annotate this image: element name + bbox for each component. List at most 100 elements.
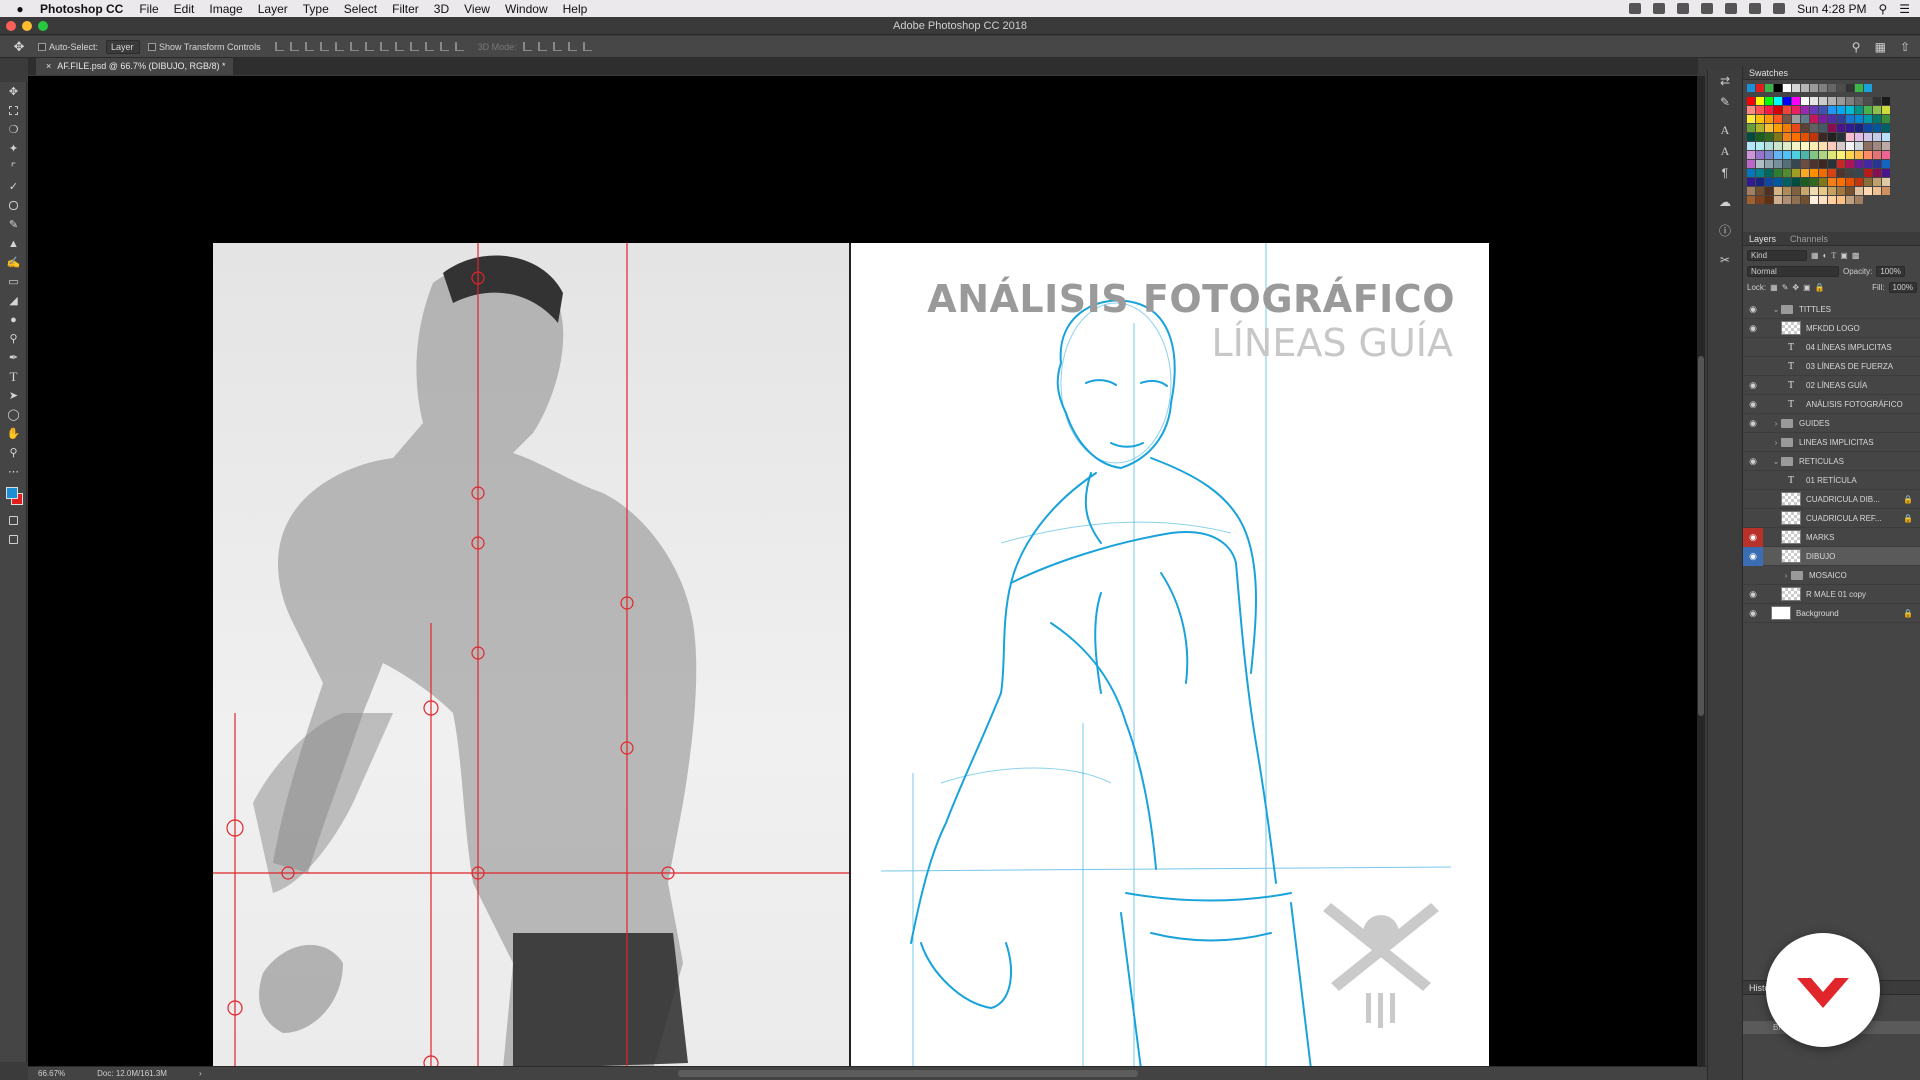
swatch[interactable] bbox=[1756, 187, 1764, 195]
swatch[interactable] bbox=[1846, 151, 1854, 159]
group-expand-icon[interactable]: › bbox=[1781, 571, 1791, 580]
swatch[interactable] bbox=[1774, 196, 1782, 204]
lock-position-icon[interactable]: ✥ bbox=[1792, 283, 1799, 292]
swatch[interactable] bbox=[1810, 178, 1818, 186]
swatch[interactable] bbox=[1756, 133, 1764, 141]
swatch[interactable] bbox=[1783, 178, 1791, 186]
lock-image-icon[interactable]: ✎ bbox=[1782, 283, 1789, 292]
visibility-eye-icon[interactable]: ◉ bbox=[1743, 300, 1763, 319]
minimize-window-button[interactable] bbox=[22, 21, 32, 31]
swatch[interactable] bbox=[1801, 151, 1809, 159]
swatch[interactable] bbox=[1765, 169, 1773, 177]
swatch[interactable] bbox=[1747, 97, 1755, 105]
swatch[interactable] bbox=[1756, 115, 1764, 123]
align-bottom-icon[interactable] bbox=[304, 42, 314, 51]
swatch[interactable] bbox=[1801, 142, 1809, 150]
swatch[interactable] bbox=[1819, 106, 1827, 114]
swatch[interactable] bbox=[1801, 133, 1809, 141]
swatch[interactable] bbox=[1882, 124, 1890, 132]
visibility-eye-icon[interactable] bbox=[1743, 566, 1763, 585]
swatch[interactable] bbox=[1855, 160, 1863, 168]
swatch[interactable] bbox=[1747, 151, 1755, 159]
swatch[interactable] bbox=[1828, 160, 1836, 168]
swatch[interactable] bbox=[1864, 160, 1872, 168]
layer-row[interactable]: ◉ Background 🔒 bbox=[1743, 604, 1920, 623]
auto-select-box[interactable] bbox=[38, 42, 46, 51]
align-top-icon[interactable] bbox=[274, 42, 284, 51]
layer-row[interactable]: CUADRICULA REF... 🔒 bbox=[1743, 509, 1920, 528]
3d-roll-icon[interactable] bbox=[537, 42, 547, 51]
foreground-color[interactable] bbox=[6, 487, 18, 499]
opacity-input[interactable]: 100% bbox=[1876, 265, 1905, 277]
blur-tool-icon[interactable]: ● bbox=[0, 310, 27, 329]
swatch[interactable] bbox=[1837, 142, 1845, 150]
layer-row[interactable]: CUADRICULA DIB... 🔒 bbox=[1743, 490, 1920, 509]
swatch[interactable] bbox=[1855, 151, 1863, 159]
swatch[interactable] bbox=[1801, 106, 1809, 114]
swatch[interactable] bbox=[1882, 151, 1890, 159]
swatch[interactable] bbox=[1828, 115, 1836, 123]
swatch[interactable] bbox=[1837, 124, 1845, 132]
swatch[interactable] bbox=[1792, 187, 1800, 195]
path-selection-tool-icon[interactable]: ➤ bbox=[0, 386, 27, 405]
history-panel-icon[interactable]: ⇄ bbox=[1708, 70, 1742, 91]
swatch[interactable] bbox=[1855, 97, 1863, 105]
swatch[interactable] bbox=[1810, 196, 1818, 204]
swatch[interactable] bbox=[1819, 160, 1827, 168]
swatch[interactable] bbox=[1864, 151, 1872, 159]
swatch[interactable] bbox=[1774, 160, 1782, 168]
group-expand-icon[interactable]: › bbox=[1771, 419, 1781, 428]
menu-view[interactable]: View bbox=[464, 2, 490, 16]
swatch[interactable] bbox=[1747, 178, 1755, 186]
swatch[interactable] bbox=[1864, 133, 1872, 141]
canvas-vertical-scrollbar[interactable] bbox=[1697, 76, 1705, 1066]
swatch[interactable] bbox=[1873, 187, 1881, 195]
creative-cloud-icon[interactable] bbox=[1653, 3, 1666, 14]
swatch[interactable] bbox=[1837, 196, 1845, 204]
filter-smart-icon[interactable]: ▩ bbox=[1852, 251, 1860, 260]
auto-select-target-select[interactable]: Layer bbox=[106, 39, 141, 54]
layers-tab[interactable]: Layers bbox=[1747, 234, 1778, 244]
lock-artboard-icon[interactable]: ▣ bbox=[1803, 283, 1811, 292]
swatch[interactable] bbox=[1873, 115, 1881, 123]
swatch[interactable] bbox=[1756, 106, 1764, 114]
visibility-eye-icon[interactable]: ◉ bbox=[1743, 376, 1763, 395]
swatch[interactable] bbox=[1855, 187, 1863, 195]
swatch[interactable] bbox=[1792, 133, 1800, 141]
swatch[interactable] bbox=[1783, 160, 1791, 168]
canvas-area[interactable]: ANÁLISIS FOTOGRÁFICO LÍNEAS GUÍA bbox=[28, 76, 1698, 1069]
swatch[interactable] bbox=[1765, 97, 1773, 105]
swatch[interactable] bbox=[1801, 115, 1809, 123]
swatch[interactable] bbox=[1774, 106, 1782, 114]
character-style-icon[interactable]: A bbox=[1708, 141, 1742, 162]
quick-mask-icon[interactable] bbox=[0, 511, 27, 530]
swatch[interactable] bbox=[1828, 84, 1836, 92]
swatch[interactable] bbox=[1801, 178, 1809, 186]
swatch[interactable] bbox=[1783, 97, 1791, 105]
menu-select[interactable]: Select bbox=[344, 2, 377, 16]
swatch[interactable] bbox=[1846, 115, 1854, 123]
swatch[interactable] bbox=[1873, 133, 1881, 141]
document-tab[interactable]: × AF.FILE.psd @ 66.7% (DIBUJO, RGB/8) * bbox=[36, 58, 234, 75]
swatch[interactable] bbox=[1774, 124, 1782, 132]
swatch[interactable] bbox=[1837, 106, 1845, 114]
swatch[interactable] bbox=[1810, 160, 1818, 168]
align-left-icon[interactable] bbox=[319, 42, 329, 51]
swatch[interactable] bbox=[1846, 142, 1854, 150]
swatch[interactable] bbox=[1828, 187, 1836, 195]
visibility-eye-icon[interactable] bbox=[1743, 509, 1763, 528]
swatch[interactable] bbox=[1774, 178, 1782, 186]
swatch[interactable] bbox=[1810, 97, 1818, 105]
swatch[interactable] bbox=[1819, 196, 1827, 204]
distribute-left-icon[interactable] bbox=[409, 42, 419, 51]
swatch[interactable] bbox=[1828, 178, 1836, 186]
swatch[interactable] bbox=[1747, 124, 1755, 132]
swatch[interactable] bbox=[1873, 97, 1881, 105]
swatch[interactable] bbox=[1774, 187, 1782, 195]
swatch[interactable] bbox=[1855, 178, 1863, 186]
swatch[interactable] bbox=[1747, 115, 1755, 123]
swatch[interactable] bbox=[1837, 169, 1845, 177]
swatches-grid[interactable] bbox=[1743, 80, 1920, 207]
swatch[interactable] bbox=[1819, 151, 1827, 159]
swatch[interactable] bbox=[1828, 106, 1836, 114]
